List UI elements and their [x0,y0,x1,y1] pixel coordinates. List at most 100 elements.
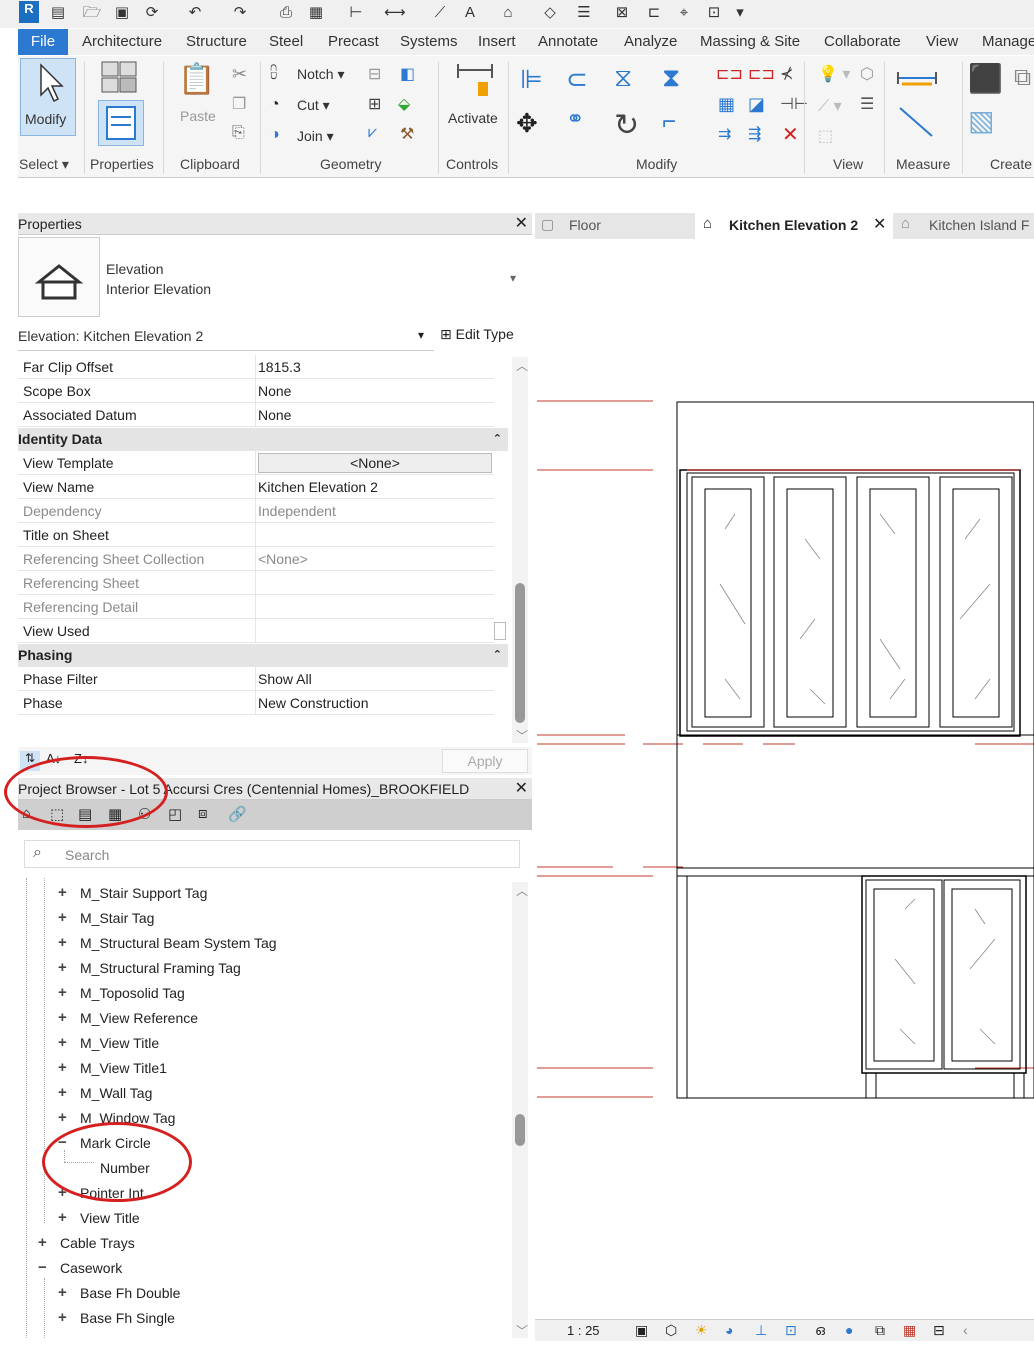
spot-icon[interactable]: ⟋ [430,4,450,22]
demolish-icon[interactable]: ⩗ [368,124,377,142]
detail-level-icon[interactable]: ▣ [635,1322,648,1339]
export-icon[interactable]: ▦ [306,4,326,22]
expand-icon[interactable]: + [58,1109,67,1126]
crop-region-icon[interactable]: ⊡ [785,1322,797,1339]
instance-selector[interactable]: Elevation: Kitchen Elevation 2 ▾ [18,323,434,351]
filter-icon[interactable]: ☰ [860,94,874,114]
constraints-icon[interactable]: ⊟ [933,1322,945,1339]
tab-kitchen-island[interactable]: ⌂ Kitchen Island F [897,213,1034,239]
expand-icon[interactable]: + [58,1209,67,1226]
expand-icon[interactable]: + [58,1034,67,1051]
property-row[interactable]: Phase Filter Show All [18,667,494,691]
match-properties-icon[interactable]: ⎘ [232,124,245,142]
tab-file[interactable]: File [18,29,68,55]
scrollbar-thumb[interactable] [515,583,525,723]
paint-icon[interactable]: ⬙ [398,94,410,114]
property-row[interactable]: Far Clip Offset 1815.3 [18,355,494,379]
mirror-axis-icon[interactable]: ⧖ [614,62,632,94]
rotate-icon[interactable]: ↻ [614,108,639,143]
property-value[interactable]: New Construction [258,691,369,715]
home-icon[interactable]: ▤ [48,4,68,22]
paste-icon[interactable]: 📋 [178,62,215,102]
wall-joins-icon[interactable]: ⊟ [368,64,381,84]
tab-architecture[interactable]: Architecture [82,33,162,50]
collapse-icon[interactable]: ⌃ [493,428,502,451]
property-row[interactable]: View Template <None> [18,451,494,475]
property-row[interactable]: Scope Box None [18,379,494,403]
shadows-icon[interactable]: ◕ [725,1322,733,1338]
cut-clipboard-icon[interactable]: ✂ [232,64,247,85]
tab-kitchen-elevation-2[interactable]: ⌂ Kitchen Elevation 2 ✕ [695,213,893,239]
split-gap-icon[interactable]: ⊏⊐ [748,64,775,84]
scroll-left-icon[interactable]: ‹ [963,1322,968,1338]
scale-icon[interactable]: ◪ [748,94,765,115]
tree-item[interactable]: M_Wall Tag [80,1085,152,1101]
tab-structure[interactable]: Structure [186,33,247,50]
properties-scrollbar[interactable]: ︿ ﹀ [512,357,528,743]
tab-view[interactable]: View [926,33,958,50]
property-row[interactable]: Title on Sheet [18,523,494,547]
copy-icon[interactable]: ❐ [232,94,246,114]
search-box[interactable]: ⌕ Search [24,840,520,868]
tree-item[interactable]: Casework [60,1260,122,1276]
tree-item[interactable]: M_Structural Framing Tag [80,960,241,976]
create-assembly-icon[interactable]: ⬛ [968,62,1003,95]
apply-button[interactable]: Apply [442,749,528,773]
view-used-button[interactable] [494,622,506,640]
sheet-icon[interactable]: ◰ [168,805,182,823]
section-identity-data[interactable]: Identity Data ⌃ [18,428,508,451]
delete-line-icon[interactable]: ⇶ [748,124,761,144]
tree-item[interactable]: M_Stair Support Tag [80,885,207,901]
close-tab-icon[interactable]: ✕ [873,214,886,234]
property-value[interactable]: None [258,403,291,427]
tab-analyze[interactable]: Analyze [624,33,677,50]
property-value[interactable]: Kitchen Elevation 2 [258,475,378,499]
section-phasing[interactable]: Phasing ⌃ [18,644,508,667]
drawing-canvas[interactable] [535,239,1034,1319]
join-button[interactable]: Join ▾ [297,128,334,145]
split-icon[interactable]: ⊏⊐ [716,64,743,84]
tree-item[interactable]: Cable Trays [60,1235,135,1251]
grid-geometry-icon[interactable]: ⊞ [368,94,381,114]
create-group-icon[interactable]: ⧉ [1014,64,1031,92]
expand-icon[interactable]: + [58,1084,67,1101]
delete-icon[interactable]: ✕ [782,122,799,147]
array-icon[interactable]: ▦ [718,94,735,115]
scroll-up-icon[interactable]: ︿ [516,357,528,374]
type-selector-chevron-icon[interactable]: ▾ [510,271,516,285]
thin-lines-icon[interactable]: ☰ [574,4,594,22]
tree-item[interactable]: Base Fh Single [80,1310,175,1326]
3d-view-icon[interactable]: ⌂ [498,4,518,22]
section-icon[interactable]: ◇ [540,4,560,22]
revit-logo[interactable]: R [19,1,39,23]
modify-button[interactable]: Modify [20,58,76,136]
expand-icon[interactable]: + [58,884,67,901]
mirror-draw-icon[interactable]: ⧗ [662,62,680,94]
measure-line-icon[interactable] [896,102,946,142]
undo-icon[interactable]: ↶ [185,4,205,22]
tree-item[interactable]: M_View Reference [80,1010,198,1026]
tree-item[interactable]: M_View Title1 [80,1060,167,1076]
dimension-icon[interactable]: ⟷ [384,4,406,22]
scroll-up-icon[interactable]: ︿ [516,882,528,899]
expand-icon[interactable]: + [58,1309,67,1326]
unpin-icon[interactable]: ⊀ [780,64,793,84]
trim-multiple-icon[interactable]: ⇉ [718,124,731,144]
analytical-model-icon[interactable]: ▦ [903,1322,916,1339]
browser-scrollbar[interactable]: ︿ ﹀ [512,882,528,1338]
override-icon[interactable]: ⬡ [860,64,874,84]
view-misc-icon[interactable]: ⬚ [818,126,833,146]
sync-icon[interactable]: ⟳ [142,4,162,22]
reveal-hidden-icon[interactable]: ● [845,1322,853,1338]
property-value[interactable]: 1815.3 [258,355,301,379]
text-icon[interactable]: A [460,4,480,22]
measure-icon[interactable]: ⊢ [346,4,366,22]
open-icon[interactable]: 🗁 [82,4,102,22]
switch-windows-icon[interactable]: ⊏ [644,4,664,22]
tree-item[interactable]: M_Toposolid Tag [80,985,185,1001]
collapse-icon[interactable]: − [38,1259,47,1276]
activate-icon[interactable] [452,60,500,106]
move-icon[interactable]: ✥ [516,108,538,139]
tree-item[interactable]: Base Fh Double [80,1285,180,1301]
sun-path-icon[interactable]: ☀ [695,1322,708,1339]
